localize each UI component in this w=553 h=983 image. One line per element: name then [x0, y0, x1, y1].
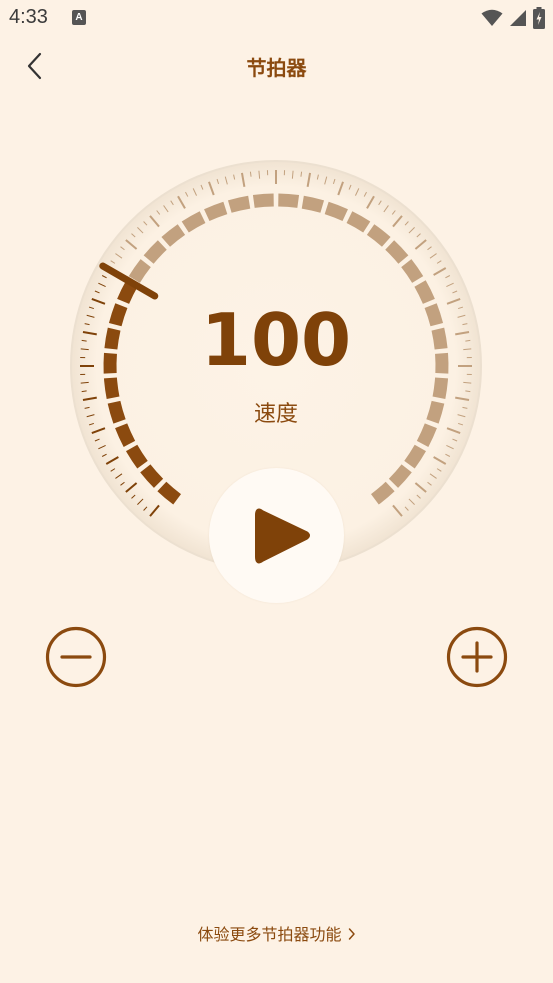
tempo-segment: [324, 201, 348, 222]
tempo-segment: [278, 193, 300, 208]
notification-icon: A: [72, 10, 86, 25]
tempo-segment: [103, 377, 120, 399]
increase-tempo-button[interactable]: [446, 626, 508, 688]
minus-circle-icon: [45, 626, 107, 688]
tempo-segment: [115, 423, 136, 447]
app-header: 节拍器: [0, 40, 553, 92]
dial-tick: [80, 381, 89, 384]
status-bar: 4:33 A: [0, 0, 553, 40]
more-features-link[interactable]: 体验更多节拍器功能: [0, 921, 553, 945]
tempo-segment: [301, 195, 325, 213]
dial-tick: [291, 170, 294, 179]
chevron-right-icon: [348, 928, 355, 940]
tempo-segment: [414, 280, 435, 304]
dial-tick: [249, 171, 252, 177]
tempo-segment: [432, 377, 449, 399]
dial-tick: [300, 171, 303, 177]
tempo-value: 100: [200, 298, 352, 382]
signal-icon: [510, 10, 526, 26]
status-time: 4:33: [9, 6, 48, 28]
tempo-segment: [204, 201, 228, 222]
plus-circle-icon: [446, 626, 508, 688]
wifi-icon: [481, 9, 503, 26]
tempo-segment: [117, 280, 138, 304]
page-title: 节拍器: [246, 56, 307, 80]
dial-tick: [81, 390, 87, 393]
more-features-label: 体验更多节拍器功能: [197, 925, 342, 944]
tempo-segment: [346, 211, 371, 233]
battery-icon: [533, 7, 545, 29]
decrease-tempo-button[interactable]: [45, 626, 107, 688]
play-icon: [255, 508, 310, 564]
tempo-segment: [227, 195, 251, 213]
tempo-segment: [252, 193, 274, 208]
dial-tick: [463, 381, 472, 384]
status-icons: [481, 6, 545, 30]
play-button[interactable]: [209, 468, 344, 603]
dial-tick: [465, 390, 471, 393]
tempo-segment: [416, 423, 437, 447]
dial-tick: [258, 170, 261, 179]
tempo-segment: [181, 211, 206, 233]
tempo-label: 速度: [253, 402, 298, 427]
